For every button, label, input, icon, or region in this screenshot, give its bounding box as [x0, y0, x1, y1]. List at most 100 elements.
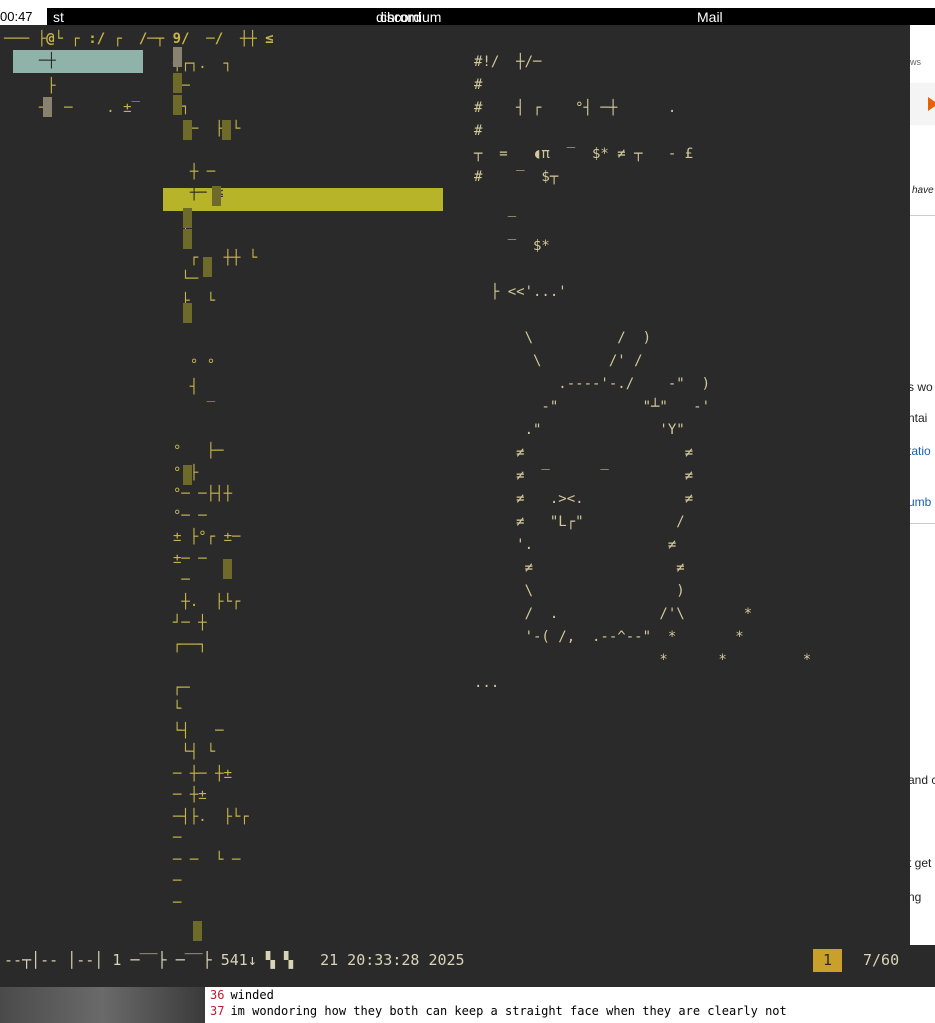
list-item[interactable]: ±─ ─	[173, 550, 207, 568]
chat-log: 36 winded 37 im wondoring how they both ca…	[205, 987, 935, 1023]
list-item[interactable]: ┌ ┼┼ └	[173, 249, 257, 267]
chat-line: 36 winded	[210, 988, 274, 1002]
divider	[910, 215, 935, 216]
preview-line: ‾ $*	[474, 238, 550, 254]
highlight-block	[173, 95, 182, 115]
wallpaper-fragment	[0, 987, 205, 1023]
list-item[interactable]: ─	[173, 894, 207, 912]
terminal-window[interactable]: ─── ├@└ ┌ :/ ┌ /─┬ 9/ ─/ ┼┼ ≤ ─┼ ├ ─ ─ .…	[0, 25, 910, 945]
list-item[interactable]: °─ ─	[173, 507, 207, 525]
window-title-chromium[interactable]: chromium	[380, 9, 441, 25]
browser-link[interactable]: tatio	[910, 444, 931, 458]
background-browser: ws have s wo ntai tatio umb and c t get …	[910, 25, 935, 945]
preview-line: ≠ ≠	[474, 445, 694, 461]
browser-fragment: ws	[910, 57, 921, 67]
list-item[interactable]: ┌─	[173, 679, 190, 697]
preview-line: ┬ = ◖π ‾ $* ≠ ┬ - £	[474, 146, 694, 162]
list-item[interactable]: °─ ─├┤┼	[173, 485, 240, 503]
preview-line: * * *	[474, 652, 812, 668]
browser-fragment: have	[912, 185, 934, 196]
clock: 00:47	[0, 9, 33, 24]
browser-fragment: s wo	[910, 380, 933, 394]
highlight-block	[183, 120, 192, 140]
list-item[interactable]: ─┼	[22, 52, 56, 70]
preview-line: -" "┴" -'	[474, 399, 711, 415]
list-item[interactable]: ─	[173, 829, 198, 847]
list-item[interactable]: ─ ┼─ ┼±	[173, 765, 232, 783]
highlight-block	[222, 120, 231, 140]
list-item[interactable]: ± ├°┌ ±─	[173, 528, 240, 546]
path-bar: ─── ├@└ ┌ :/ ┌ /─┬ 9/ ─/ ┼┼ ≤	[4, 31, 274, 47]
tab-badge[interactable]: 1	[813, 949, 842, 972]
highlight-block	[173, 47, 182, 67]
list-item[interactable]: ┼. ├└┌	[173, 593, 240, 611]
list-item[interactable]: ┘─ ┼	[173, 614, 207, 632]
top-bar: 00:47 st discord chromium Mail	[0, 0, 935, 25]
list-item[interactable]: ─┤├. ├└┌	[173, 808, 249, 826]
window-title-mail[interactable]: Mail	[697, 9, 723, 25]
cursor-block	[43, 97, 52, 117]
list-item[interactable]: ─ ─ . ±‾	[22, 99, 140, 117]
list-item[interactable]: ┤	[173, 378, 198, 396]
preview-line: ‾	[474, 215, 517, 231]
list-item[interactable]: └┤ └	[173, 743, 215, 761]
list-item[interactable]: └	[173, 700, 181, 718]
browser-fragment: ng	[910, 890, 922, 904]
list-item[interactable]: ─	[173, 571, 198, 589]
list-item[interactable]: ° ├─	[173, 442, 224, 460]
list-item[interactable]: └┤ ─	[173, 722, 224, 740]
list-item[interactable]: ‾	[173, 399, 215, 417]
preview-line: ≠ ≠	[474, 560, 685, 576]
preview-line: ." 'Y"	[474, 422, 685, 438]
line-number: 37	[210, 1004, 225, 1018]
list-item[interactable]: ├	[22, 77, 73, 95]
highlight-block	[183, 465, 192, 485]
play-icon[interactable]	[928, 97, 935, 111]
list-item[interactable]: └─	[173, 270, 198, 288]
line-number: 36	[210, 988, 225, 1002]
chat-line: 37 im wondoring how they both can keep a …	[210, 1004, 787, 1018]
list-item[interactable]: ─	[173, 872, 181, 890]
highlight-block	[193, 921, 202, 941]
highlight-block	[173, 73, 182, 93]
list-item[interactable]: ° °	[173, 356, 215, 374]
list-item[interactable]: ┌──┐	[173, 636, 207, 654]
preview-line: ≠ ‾ ‾ ≠	[474, 468, 694, 484]
list-item[interactable]	[173, 335, 198, 353]
preview-line: / . /'\ *	[474, 606, 753, 622]
browser-fragment: t get	[910, 856, 932, 870]
status-bar: --┬│-- │--│ 1 ─‾‾├ ─‾‾├ 541↓ ▚ ▚ 21 20:3…	[0, 945, 935, 987]
preview-line: '. ≠	[474, 537, 677, 553]
position-indicator: 7/60	[863, 951, 900, 969]
status-left: --┬│-- │--│ 1 ─‾‾├ ─‾‾├ 541↓ ▚ ▚ 21 20:3…	[4, 951, 465, 969]
browser-fragment: ntai	[910, 411, 928, 425]
preview-line: \ /' /	[474, 353, 643, 369]
preview-line: #	[474, 77, 483, 93]
preview-line: ≠ .><. ≠	[474, 491, 694, 507]
preview-line: ├ <<'...'	[474, 284, 567, 300]
highlight-block	[203, 257, 212, 277]
highlight-block	[223, 559, 232, 579]
highlight-block	[183, 303, 192, 323]
preview-line: # ‾ $┬	[474, 169, 559, 185]
highlight-block	[212, 186, 221, 206]
list-item[interactable]: ┼ ─	[173, 163, 215, 181]
divider	[910, 523, 935, 524]
list-item[interactable]: ─ ┼±	[173, 786, 207, 804]
highlight-block	[183, 208, 192, 228]
preview-line: ≠ "L┌" /	[474, 514, 685, 530]
chat-text: winded	[230, 988, 274, 1002]
preview-line: #!/ ┼/─	[474, 54, 550, 70]
preview-line: \ )	[474, 583, 685, 599]
list-item[interactable]: ─ ─ └ ─	[173, 851, 240, 869]
window-title-st[interactable]: st	[53, 9, 64, 25]
browser-fragment: and c	[910, 773, 935, 787]
chat-text: im wondoring how they both can keep a st…	[230, 1004, 787, 1018]
preview-line: .----'-./ -" )	[474, 376, 711, 392]
preview-line: #	[474, 123, 483, 139]
browser-link[interactable]: umb	[910, 495, 931, 509]
list-item[interactable]	[173, 141, 190, 159]
preview-line: '-( /, .--^--" * *	[474, 629, 744, 645]
list-item[interactable]	[173, 421, 190, 439]
list-item[interactable]: ├ └	[173, 292, 215, 310]
